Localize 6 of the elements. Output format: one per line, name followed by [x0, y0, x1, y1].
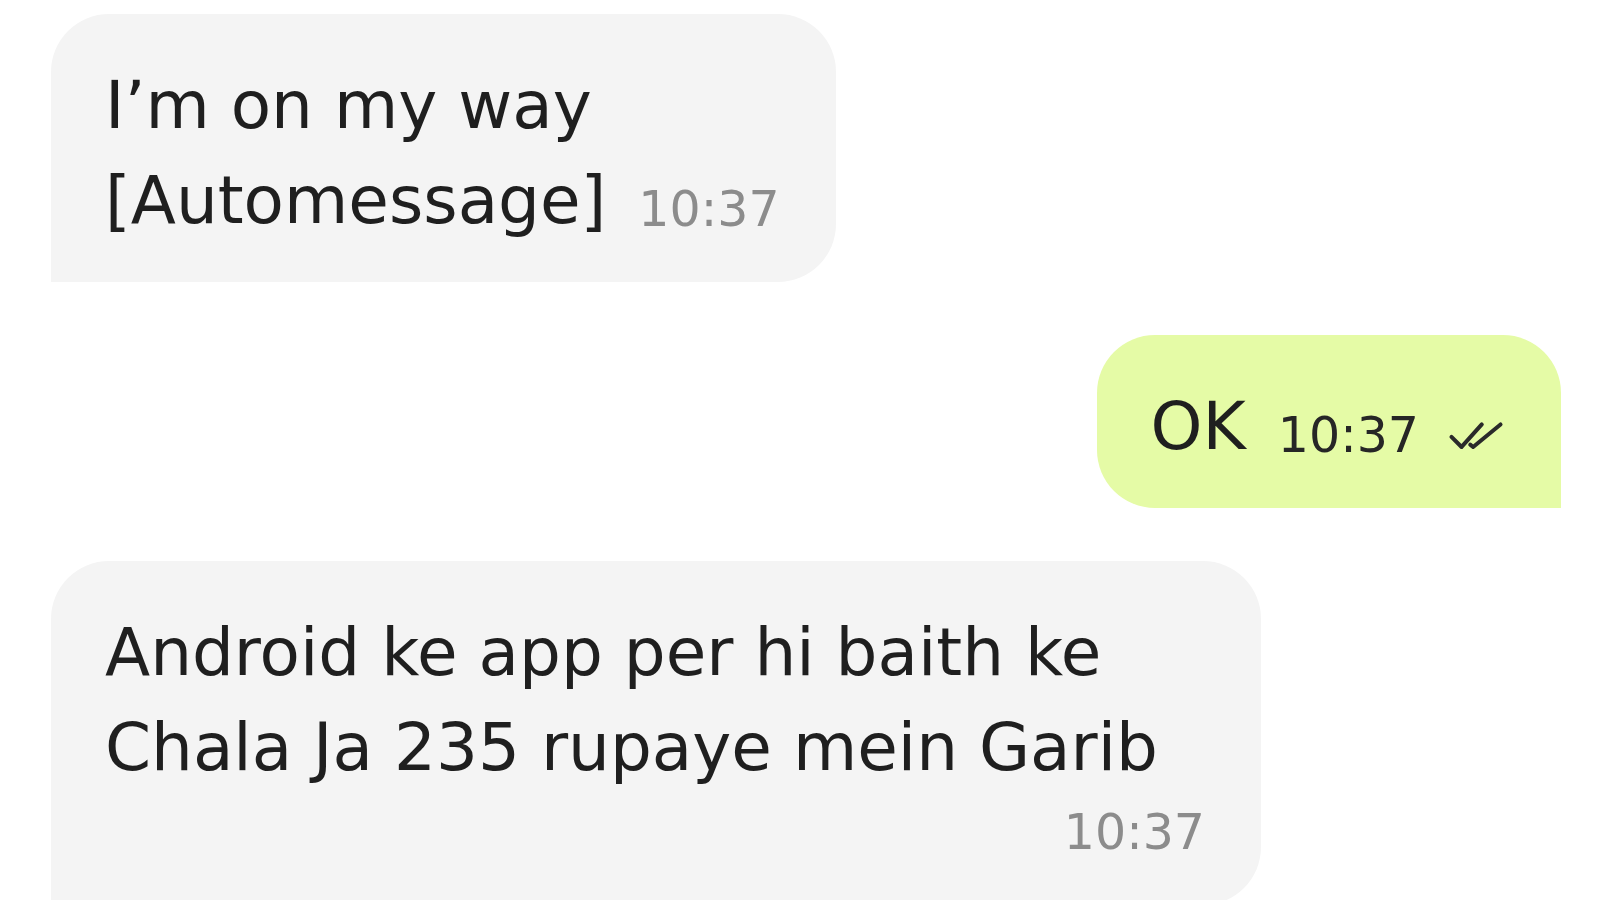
message-text: Android ke app per hi baith ke Chala Ja 235 rupaye mein Garib: [105, 613, 1159, 788]
message-time: 10:37: [638, 180, 780, 240]
message-text: OK: [1150, 387, 1246, 467]
message-time: 10:37: [1063, 803, 1205, 863]
message-time: 10:37: [1277, 406, 1419, 466]
message-text: I’m on my way [Automessage]: [105, 66, 607, 241]
